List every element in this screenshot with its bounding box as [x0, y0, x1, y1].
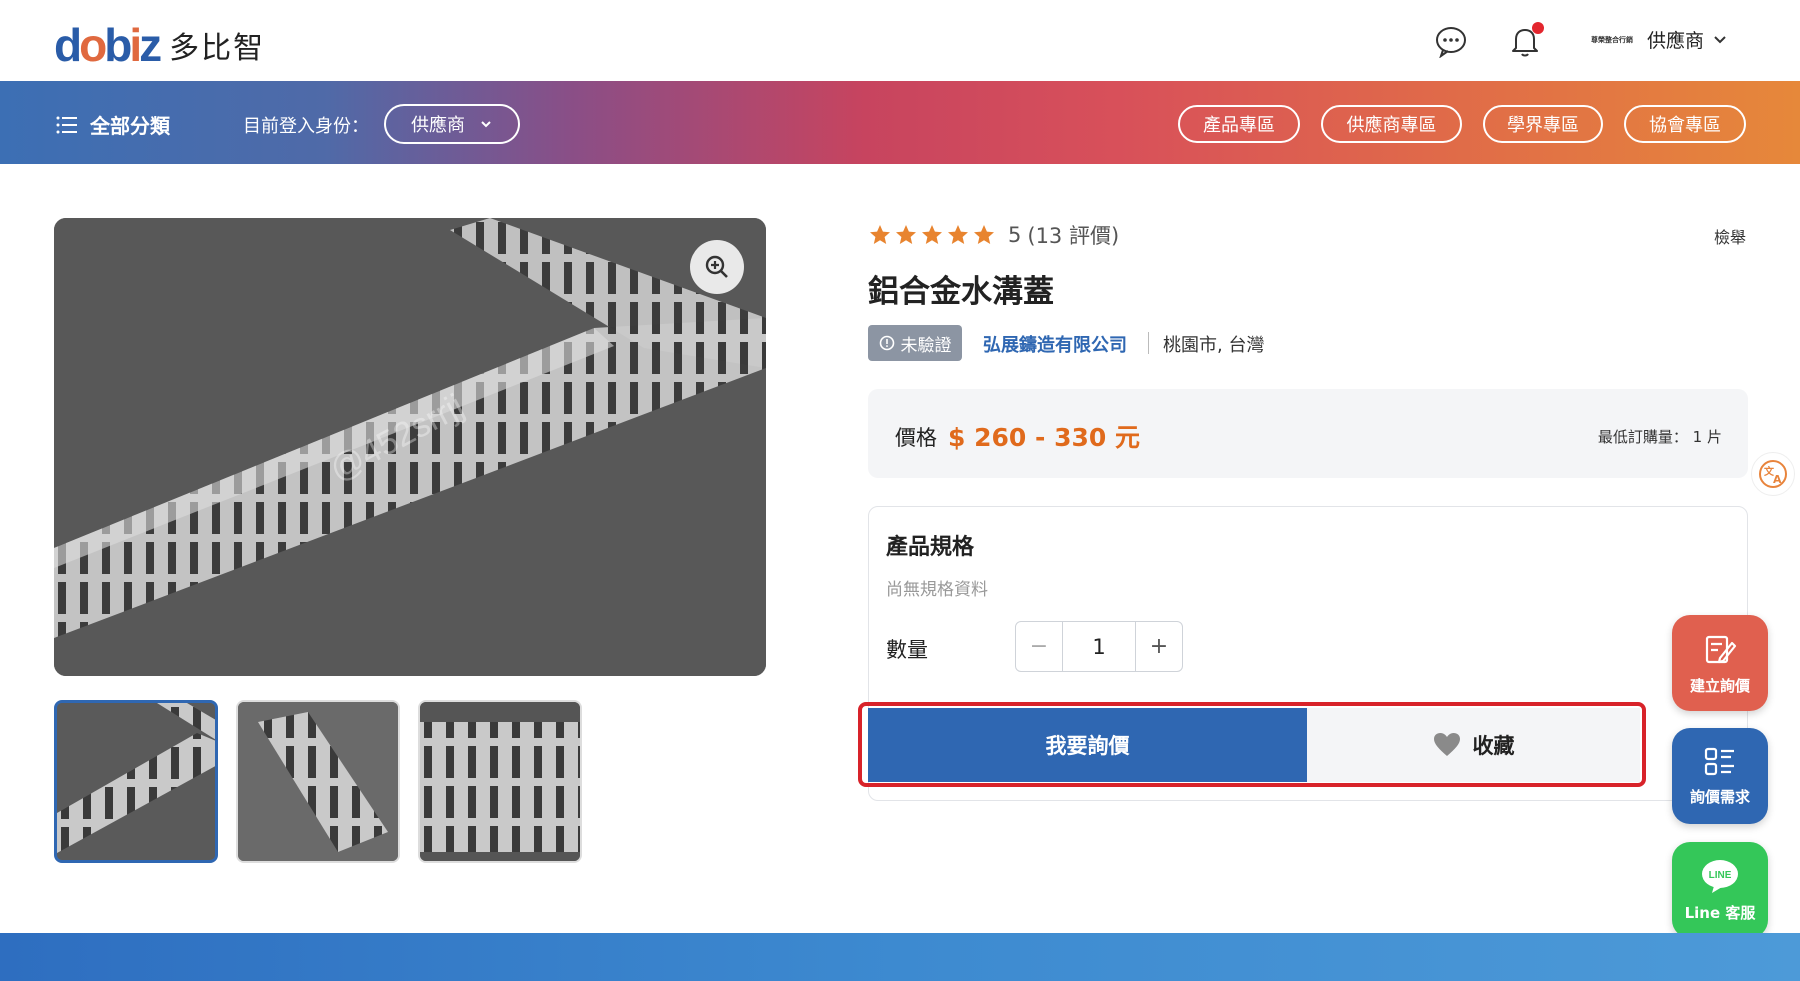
- star-icon: [974, 225, 994, 244]
- quantity-label: 數量: [886, 638, 928, 662]
- nav-link-suppliers[interactable]: 供應商專區: [1321, 105, 1462, 143]
- user-role: 供應商: [1647, 30, 1705, 52]
- logo-text: 多比智: [169, 31, 266, 66]
- nav-bar: 全部分類 目前登入身份： 供應商 產品專區 供應商專區 學界專區 協會專區: [0, 81, 1800, 164]
- spec-empty-text: 尚無規格資料: [886, 580, 988, 600]
- edit-note-icon: [1705, 635, 1737, 663]
- spec-title: 產品規格: [886, 535, 975, 560]
- chevron-down-icon: [481, 121, 491, 128]
- divider: [1148, 332, 1149, 354]
- verification-status: 未驗證: [900, 335, 952, 356]
- price-box: 價格 $ 260 - 330 元 最低訂購量： 1 片: [868, 389, 1748, 478]
- quantity-stepper: − 1 +: [1015, 621, 1183, 672]
- rating: 5 (13 評價): [868, 220, 1119, 250]
- rating-value: 5: [1008, 223, 1022, 247]
- footer-band: [0, 933, 1800, 981]
- thumbnail-1[interactable]: [54, 700, 218, 863]
- price-range: $ 260 - 330 元: [948, 423, 1140, 452]
- star-icon: [948, 225, 968, 244]
- all-categories-label: 全部分類: [90, 114, 170, 138]
- nav-link-products[interactable]: 產品專區: [1178, 105, 1300, 143]
- logo-mark: dobiz: [54, 19, 162, 71]
- role-select-value: 供應商: [411, 115, 465, 136]
- translate-icon: 文 A: [1759, 460, 1787, 488]
- thumbnail-image: [420, 702, 580, 861]
- notification-dot: [1532, 22, 1544, 34]
- create-inquiry-button[interactable]: 建立詢價: [1672, 615, 1768, 711]
- inquiry-needs-button[interactable]: 詢價需求: [1672, 728, 1768, 824]
- login-as-label: 目前登入身份：: [243, 116, 369, 137]
- drain-grate-photo: @452srrjj: [54, 218, 766, 676]
- quantity-decrease-button[interactable]: −: [1016, 622, 1062, 671]
- star-icon: [896, 225, 916, 244]
- chat-icon[interactable]: [1434, 24, 1468, 58]
- company-location: 桃園市, 台灣: [1163, 335, 1265, 356]
- nav-link-academia[interactable]: 學界專區: [1483, 105, 1603, 143]
- verification-badge: 未驗證: [868, 325, 962, 361]
- list-detail-icon: [1704, 747, 1734, 775]
- company-link[interactable]: 弘展鑄造有限公司: [983, 331, 1127, 357]
- top-bar: dobiz 多比智 尊榮整合行銷 供應商: [0, 0, 1800, 81]
- star-icon: [870, 225, 890, 244]
- highlight-box: [858, 702, 1646, 787]
- price-label: 價格: [895, 426, 937, 450]
- alert-circle-icon: [879, 335, 894, 351]
- svg-text:A: A: [1773, 473, 1782, 486]
- line-support-label: Line 客服: [1684, 903, 1756, 922]
- create-inquiry-label: 建立詢價: [1689, 676, 1750, 695]
- report-link[interactable]: 檢舉: [1714, 224, 1746, 248]
- list-icon: [56, 116, 77, 133]
- zoom-button[interactable]: [690, 240, 744, 294]
- thumbnail-image: [57, 703, 215, 860]
- translate-button[interactable]: 文 A: [1751, 452, 1795, 496]
- nav-link-associations[interactable]: 協會專區: [1624, 105, 1746, 143]
- user-company-logo-text: 尊榮整合行銷: [1591, 35, 1633, 44]
- zoom-in-icon: [705, 255, 728, 278]
- user-menu[interactable]: 尊榮整合行銷 供應商: [1585, 26, 1728, 53]
- rating-count[interactable]: (13 評價): [1027, 220, 1119, 250]
- site-logo[interactable]: dobiz 多比智: [54, 22, 265, 68]
- line-chat-icon: LINE: [1702, 859, 1738, 893]
- thumbnail-3[interactable]: [418, 700, 582, 863]
- inquiry-needs-label: 詢價需求: [1689, 787, 1750, 806]
- line-support-button[interactable]: LINE Line 客服: [1672, 842, 1768, 938]
- star-icon: [922, 225, 942, 244]
- all-categories-button[interactable]: 全部分類: [56, 110, 170, 139]
- product-title: 鋁合金水溝蓋: [868, 274, 1054, 310]
- product-main-image[interactable]: @452srrjj: [54, 218, 766, 676]
- line-badge: LINE: [1709, 870, 1732, 881]
- thumbnail-image: [238, 702, 398, 861]
- role-select[interactable]: 供應商: [384, 104, 520, 144]
- min-order-qty: 最低訂購量： 1 片: [1597, 428, 1722, 446]
- quantity-increase-button[interactable]: +: [1136, 622, 1182, 671]
- user-company-logo: 尊榮整合行銷: [1585, 27, 1639, 53]
- chevron-down-icon: [1714, 35, 1726, 43]
- thumbnail-2[interactable]: [236, 700, 400, 863]
- quantity-input[interactable]: 1: [1062, 622, 1136, 671]
